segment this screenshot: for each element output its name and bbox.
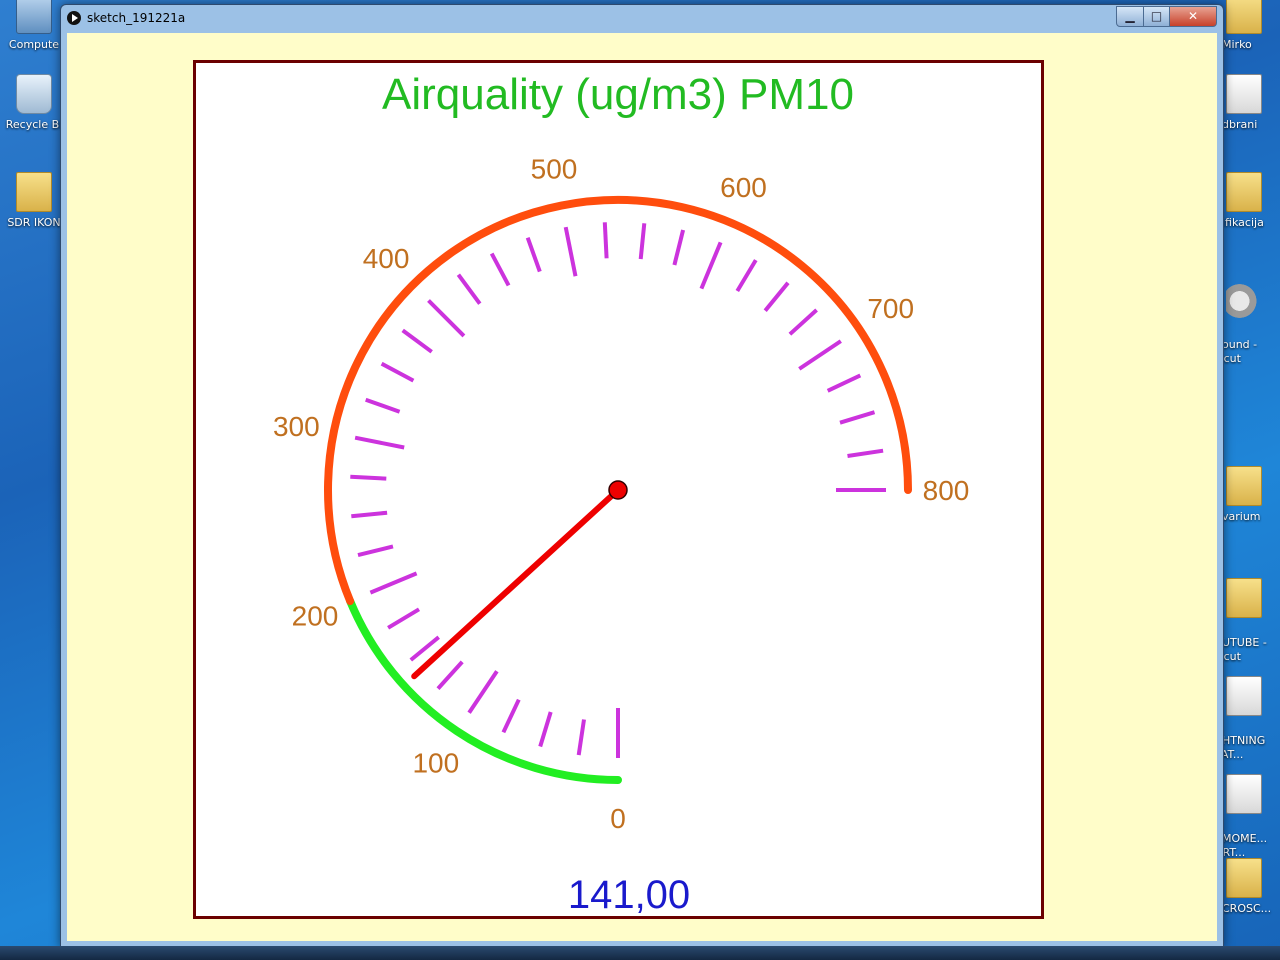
gauge-minor-tick (501, 698, 521, 734)
recycle-bin-icon (16, 74, 52, 114)
folder-icon (1226, 858, 1262, 898)
gauge-minor-tick (847, 448, 884, 458)
window-title: sketch_191221a (87, 11, 186, 25)
file-icon (1226, 74, 1262, 114)
gauge-scale-label: 100 (412, 748, 459, 779)
folder-icon (1226, 172, 1262, 212)
gauge-title: Airquality (ug/m3) PM10 (382, 70, 854, 119)
gauge-minor-tick (436, 660, 464, 690)
gauge-scale-label: 700 (867, 293, 914, 324)
desktop-icon-label: Compute (8, 38, 60, 51)
desktop-icon-label: SDR IKON (7, 216, 61, 229)
minimize-button[interactable]: ▁ (1116, 6, 1144, 27)
gauge-major-tick (354, 435, 405, 450)
gauge-major-tick (699, 241, 723, 290)
gauge-minor-tick (380, 361, 415, 383)
taskbar[interactable] (0, 946, 1280, 960)
speaker-icon (1226, 282, 1260, 320)
gauge-major-tick (427, 299, 466, 338)
window-titlebar[interactable]: sketch_191221a ▁ □ ✕ (61, 5, 1223, 33)
gauge-minor-tick (489, 252, 511, 287)
gauge-value-readout: 141,00 (568, 873, 690, 916)
gauge-minor-tick (672, 229, 686, 266)
folder-icon (1226, 466, 1262, 506)
gauge-needle-hub (608, 480, 628, 500)
gauge-minor-tick (351, 510, 388, 519)
folder-icon (1226, 0, 1262, 34)
gauge-scale-label: 500 (531, 153, 578, 184)
gauge-minor-tick (365, 397, 401, 414)
gauge-minor-tick (387, 607, 421, 630)
gauge-svg: Airquality (ug/m3) PM10 0 100 200 300 400 500… (273, 70, 970, 917)
computer-icon (16, 0, 52, 34)
folder-icon (1226, 578, 1262, 618)
gauge-minor-tick (638, 223, 647, 260)
gauge-needle (411, 487, 621, 680)
gauge-minor-tick (538, 711, 553, 748)
gauge-minor-tick (350, 474, 387, 481)
gauge-minor-tick (839, 410, 876, 425)
gauge-minor-tick (525, 237, 542, 273)
sketch-window: sketch_191221a ▁ □ ✕ Airquality (ug/m3) … (60, 4, 1224, 948)
maximize-button[interactable]: □ (1143, 6, 1170, 27)
file-icon (1226, 774, 1262, 814)
gauge-minor-tick (602, 222, 609, 259)
gauge-major-tick (467, 670, 499, 714)
file-icon (1226, 676, 1262, 716)
gauge-minor-tick (826, 373, 862, 393)
gauge-scale-label: 400 (363, 243, 410, 274)
gauge-scale-label: 200 (292, 601, 339, 632)
gauge-major-tick (798, 339, 842, 371)
folder-icon (16, 172, 52, 212)
gauge-scale-label: 600 (720, 172, 767, 203)
gauge-minor-tick (357, 544, 394, 558)
close-button[interactable]: ✕ (1169, 6, 1217, 27)
gauge-scale-label: 800 (923, 475, 970, 506)
gauge-minor-tick (788, 308, 818, 336)
processing-app-icon (67, 11, 81, 25)
gauge-major-tick (369, 571, 418, 595)
gauge-minor-tick (576, 719, 586, 756)
gauge-panel: Airquality (ug/m3) PM10 0 100 200 300 400 500… (193, 60, 1044, 919)
desktop-icon-label: Recycle Bi (5, 118, 63, 131)
gauge-scale-label: 0 (610, 803, 626, 834)
gauge-major-tick (563, 226, 578, 277)
gauge-scale-label: 300 (273, 411, 320, 442)
gauge-minor-tick (456, 273, 482, 305)
gauge-minor-tick (763, 281, 790, 312)
gauge-minor-tick (401, 328, 433, 354)
sketch-canvas: Airquality (ug/m3) PM10 0 100 200 300 400 500… (67, 33, 1217, 941)
gauge-arc-high (324, 196, 912, 605)
gauge-minor-tick (735, 259, 758, 293)
